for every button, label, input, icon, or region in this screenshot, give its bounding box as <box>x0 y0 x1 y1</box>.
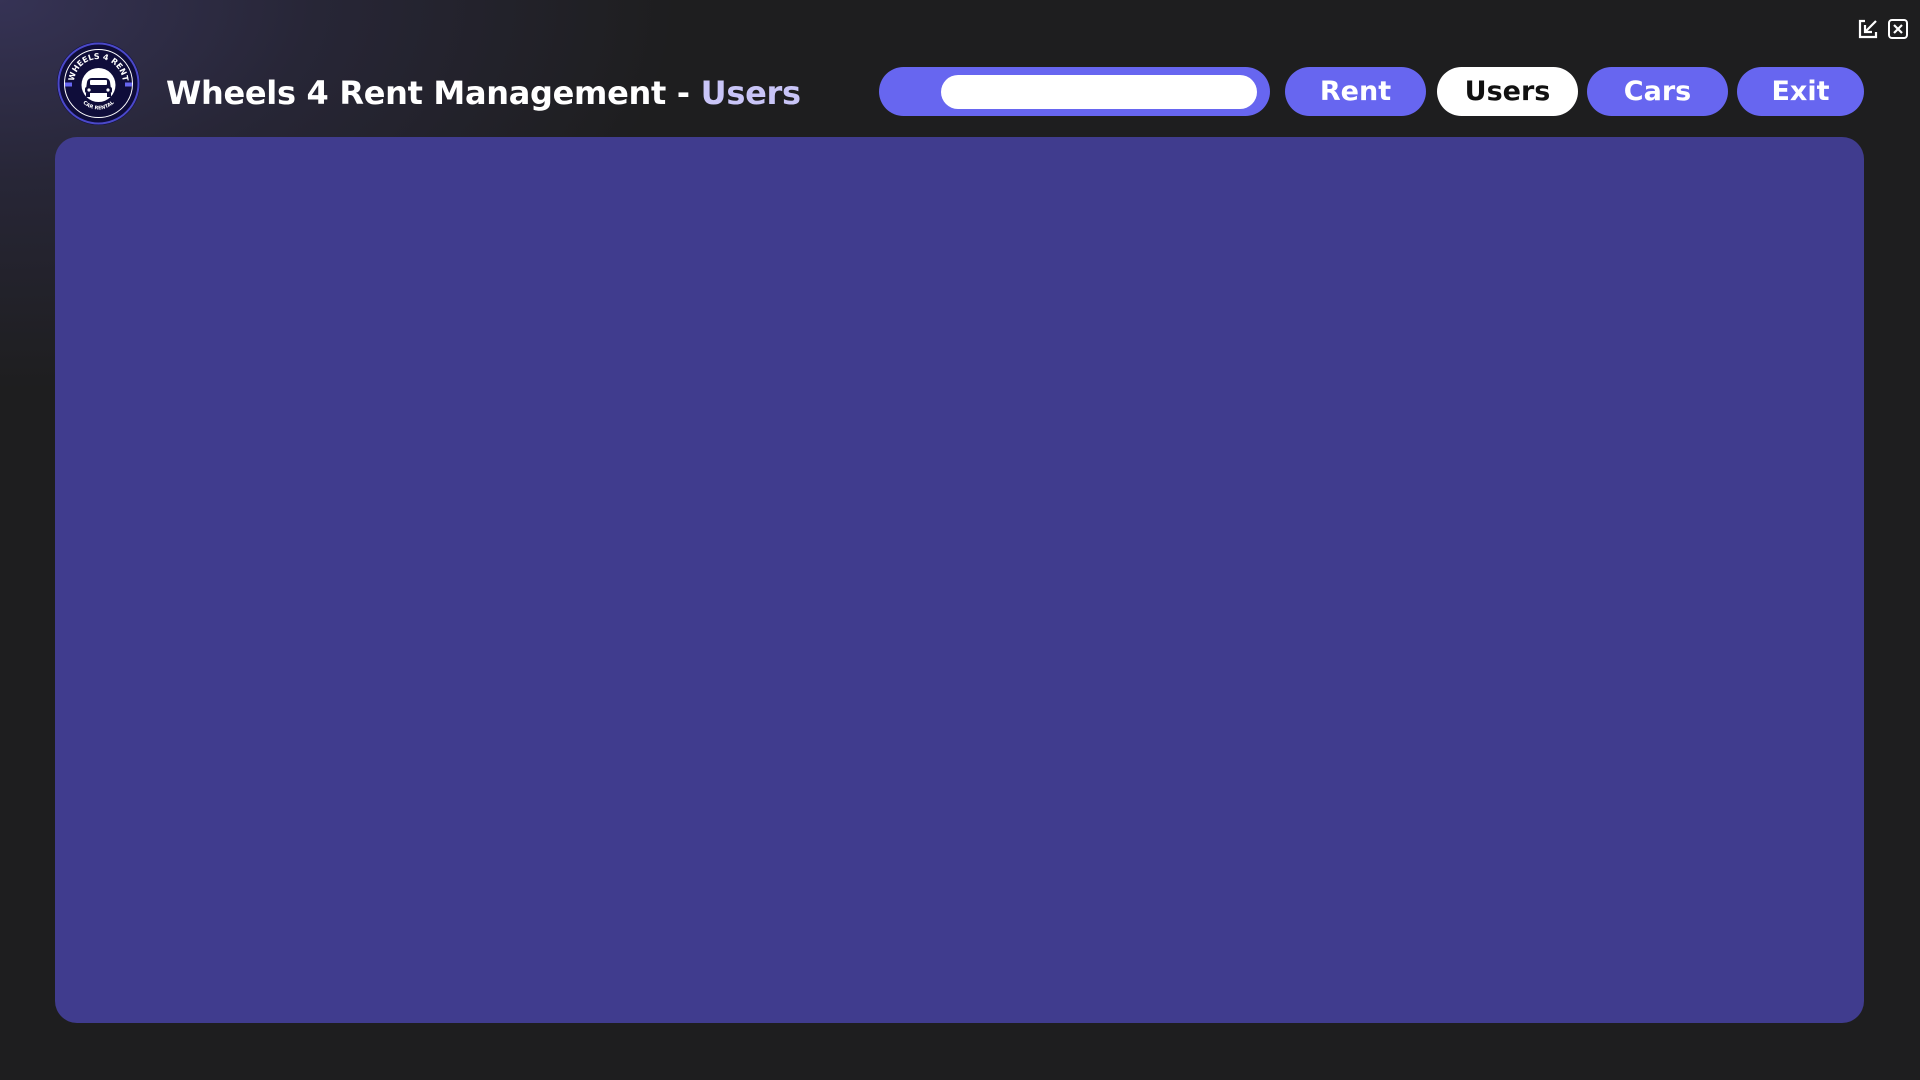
logo-emblem: WHEELS 4 RENT CAR RENTAL <box>57 42 140 125</box>
close-button[interactable] <box>1886 17 1910 41</box>
users-button[interactable]: Users <box>1437 67 1578 116</box>
main-content-panel <box>55 137 1864 1023</box>
cars-button[interactable]: Cars <box>1587 67 1728 116</box>
exit-button[interactable]: Exit <box>1737 67 1864 116</box>
rent-button[interactable]: Rent <box>1285 67 1426 116</box>
search-input[interactable] <box>941 74 1257 109</box>
window-controls <box>1856 17 1910 41</box>
page-title: Wheels 4 Rent Management - Users <box>166 74 801 112</box>
app-title: Wheels 4 Rent Management <box>166 74 666 112</box>
title-separator: - <box>665 74 701 112</box>
close-icon <box>1888 19 1908 39</box>
minimize-arrow-icon <box>1858 19 1878 39</box>
minimize-button[interactable] <box>1856 17 1880 41</box>
company-logo: WHEELS 4 RENT CAR RENTAL <box>57 42 140 125</box>
search-bar <box>879 67 1270 116</box>
section-title: Users <box>700 74 801 112</box>
